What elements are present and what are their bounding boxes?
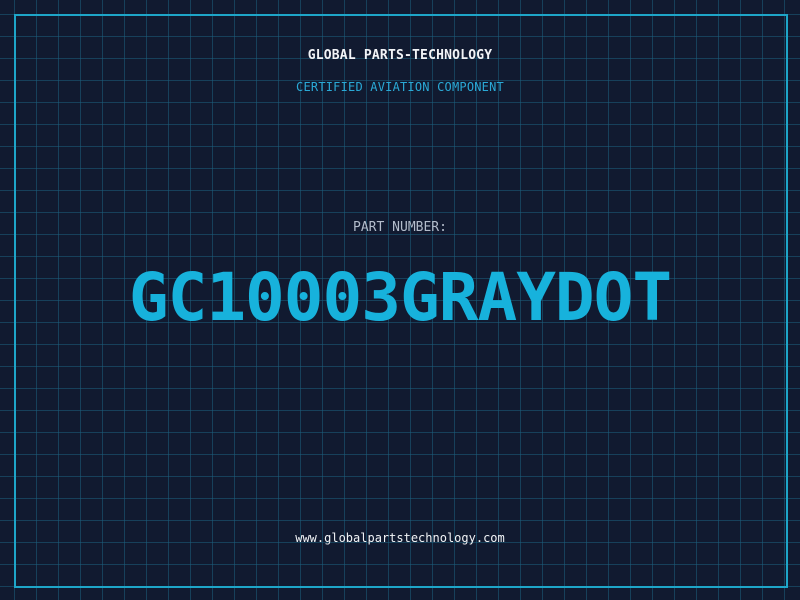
website-url: www.globalpartstechnology.com xyxy=(295,531,505,545)
part-number-label: PART NUMBER: xyxy=(353,220,447,235)
part-number-value: GC10003GRAYDOT xyxy=(128,259,672,336)
company-name: GLOBAL PARTS-TECHNOLOGY xyxy=(307,48,493,63)
certification-subtitle: CERTIFIED AVIATION COMPONENT xyxy=(296,80,504,94)
part-label-card: GLOBAL PARTS-TECHNOLOGY CERTIFIED AVIATI… xyxy=(0,0,800,600)
